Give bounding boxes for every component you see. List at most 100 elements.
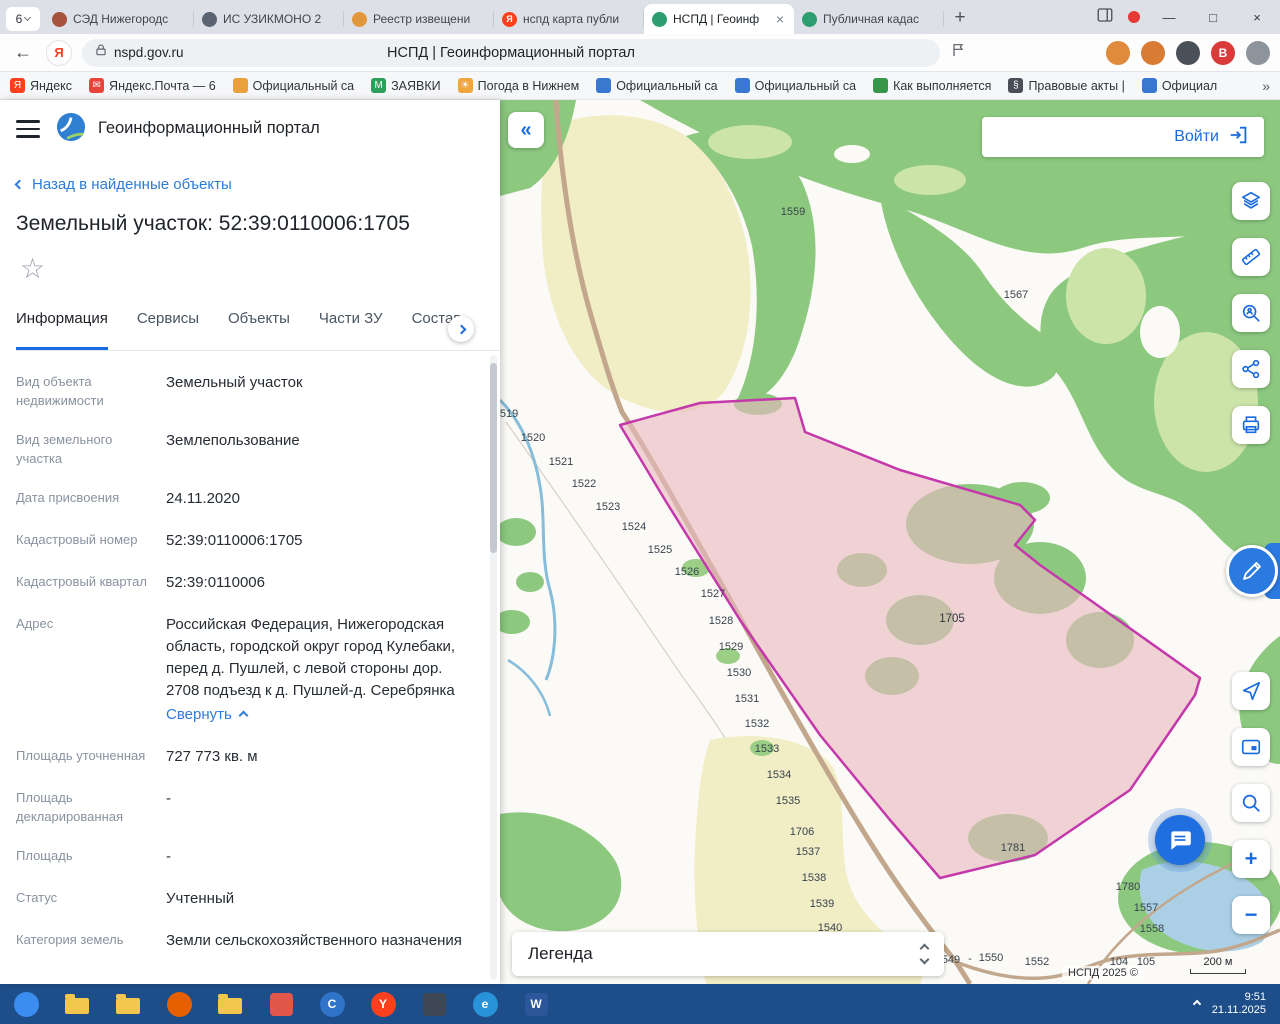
zoom-search-button[interactable] xyxy=(1232,784,1270,822)
legend-toggle-button[interactable] xyxy=(919,943,930,965)
login-button[interactable]: Войти xyxy=(1174,128,1219,146)
edge-browser-icon[interactable]: e xyxy=(467,987,503,1021)
bookmarks-list: Я Яндекс ✉ Яндекс.Почта — 6 Официальный са M З… xyxy=(10,78,1217,93)
field-value: 24.11.2020 xyxy=(166,490,240,507)
panel-tab[interactable]: Объекты xyxy=(228,310,290,350)
legend-bar[interactable]: Легенда xyxy=(512,932,944,976)
bookmark-item[interactable]: M ЗАЯВКИ xyxy=(371,78,441,93)
favorite-star-icon[interactable]: ☆ xyxy=(20,252,45,285)
start-button[interactable] xyxy=(8,987,44,1021)
parcel-label: 519 xyxy=(500,408,518,420)
app-dark-icon[interactable] xyxy=(416,987,452,1021)
word-icon[interactable]: W xyxy=(518,987,554,1021)
object-search-icon xyxy=(1242,304,1260,322)
browser-tab[interactable]: НСПД | Геоинф × xyxy=(644,4,794,34)
browser-tab[interactable]: Реестр извещени xyxy=(344,4,494,34)
tray-expand-icon[interactable] xyxy=(1192,999,1201,1009)
chat-button[interactable] xyxy=(1155,815,1205,865)
map-area[interactable]: 1559 1567 519 1520 1521 1522 1523 1524 1525 1526 1… xyxy=(500,100,1280,984)
bookmarks-overflow-button[interactable]: » xyxy=(1262,78,1270,94)
extension-icon-2[interactable] xyxy=(1141,40,1165,65)
pencil-icon xyxy=(1243,562,1261,580)
panel-collapse-button[interactable]: « xyxy=(508,112,544,148)
folder-icon-2[interactable] xyxy=(212,987,248,1021)
bookmark-item[interactable]: Официальный са xyxy=(734,78,857,93)
bookmark-item[interactable]: Официальный са xyxy=(596,78,718,93)
field-value: Учтенный xyxy=(166,890,235,907)
extension-icon-1[interactable] xyxy=(1106,40,1130,65)
panel-scrollbar[interactable] xyxy=(490,355,497,980)
overview-map-button[interactable] xyxy=(1232,728,1270,766)
layers-button[interactable] xyxy=(1232,182,1270,220)
back-to-results-link[interactable]: Назад в найденные объекты xyxy=(14,176,232,193)
sidebar-toggle-icon[interactable] xyxy=(1096,6,1114,29)
extension-icon-3[interactable] xyxy=(1176,40,1200,65)
field-value: Российская Федерация, Нижегородская обла… xyxy=(166,614,474,726)
zoom-out-button[interactable]: − xyxy=(1232,896,1270,934)
measure-button[interactable] xyxy=(1232,238,1270,276)
browser-tab[interactable]: Янспд карта публи xyxy=(494,4,644,34)
zoom-in-button[interactable]: + xyxy=(1232,840,1270,878)
tab-close-icon[interactable]: × xyxy=(774,11,786,27)
window-minimize-button[interactable]: — xyxy=(1154,4,1184,30)
yandex-browser-icon[interactable]: Y xyxy=(365,987,401,1021)
print-button[interactable] xyxy=(1232,406,1270,444)
address-bar[interactable]: nspd.gov.ru НСПД | Геоинформационный пор… xyxy=(82,38,940,67)
draw-button[interactable] xyxy=(1226,545,1278,597)
file-explorer-icon[interactable] xyxy=(59,987,95,1021)
firefox-icon[interactable] xyxy=(161,987,197,1021)
folder-icon xyxy=(218,994,242,1014)
tab-counter-button[interactable]: 6 xyxy=(6,7,40,31)
new-tab-button[interactable]: + xyxy=(946,4,974,32)
bookmark-item[interactable]: Я Яндекс xyxy=(10,78,72,93)
back-button[interactable]: ← xyxy=(10,42,36,63)
browser-tab[interactable]: ИС УЗИКМОНО 2 xyxy=(194,4,344,34)
scrollbar-thumb[interactable] xyxy=(490,363,497,553)
app-orange-icon[interactable] xyxy=(263,987,299,1021)
folder-icon xyxy=(116,994,140,1014)
yandex-search-button[interactable]: Я xyxy=(46,39,72,66)
object-search-button[interactable] xyxy=(1232,294,1270,332)
bookmark-favicon xyxy=(596,78,612,93)
bookmark-item[interactable]: § Правовые акты | xyxy=(1008,78,1125,93)
folder-icon-1[interactable] xyxy=(110,987,146,1021)
bookmark-item[interactable]: ☀ Погода в Нижнем xyxy=(457,78,579,93)
notification-badge[interactable] xyxy=(1128,11,1140,23)
login-bar: Войти xyxy=(982,117,1264,157)
parcel-label: 1529 xyxy=(719,641,743,653)
panel-tab[interactable]: Информация xyxy=(16,310,108,350)
share-button[interactable] xyxy=(1232,350,1270,388)
collapse-link[interactable]: Свернуть xyxy=(166,704,474,726)
parcel-label: 1557 xyxy=(1134,902,1158,914)
bookmark-item[interactable]: Как выполняется xyxy=(873,78,991,93)
field-value: Землепользование xyxy=(166,432,300,449)
my-location-button[interactable] xyxy=(1232,672,1270,710)
extension-icon-vk[interactable]: В xyxy=(1211,40,1235,65)
parcel-label: 1524 xyxy=(622,521,646,533)
portal-logo[interactable] xyxy=(56,112,86,147)
parcel-label: 1535 xyxy=(776,795,800,807)
bookmark-item[interactable]: ✉ Яндекс.Почта — 6 xyxy=(89,78,216,93)
extension-icon-4[interactable] xyxy=(1246,40,1270,65)
scale-bar xyxy=(1190,969,1246,974)
field-row: Вид земельного участка Землепользование xyxy=(16,430,474,468)
legend-label: Легенда xyxy=(528,944,593,963)
app-dark-icon xyxy=(422,992,446,1016)
bookmark-item[interactable]: Официал xyxy=(1141,78,1217,93)
menu-icon[interactable] xyxy=(16,120,40,143)
browser-tab[interactable]: СЭД Нижегородс xyxy=(44,4,194,34)
page-title: НСПД | Геоинформационный портал xyxy=(387,44,635,61)
tabs-scroll-right-button[interactable] xyxy=(448,316,474,342)
taskbar-clock[interactable]: 9:51 21.11.2025 xyxy=(1212,991,1266,1017)
bookmark-flag-icon[interactable] xyxy=(950,42,966,63)
window-close-button[interactable]: × xyxy=(1242,4,1272,30)
app-c-icon[interactable]: С xyxy=(314,987,350,1021)
bookmark-label: Официальный са xyxy=(754,78,857,93)
parcel-label: 1525 xyxy=(648,544,672,556)
window-maximize-button[interactable]: □ xyxy=(1198,4,1228,30)
bookmark-favicon: § xyxy=(1008,78,1024,93)
panel-tab[interactable]: Части ЗУ xyxy=(319,310,383,350)
panel-tab[interactable]: Сервисы xyxy=(137,310,199,350)
browser-tab[interactable]: Публичная кадас xyxy=(794,4,944,34)
bookmark-item[interactable]: Официальный са xyxy=(232,78,354,93)
